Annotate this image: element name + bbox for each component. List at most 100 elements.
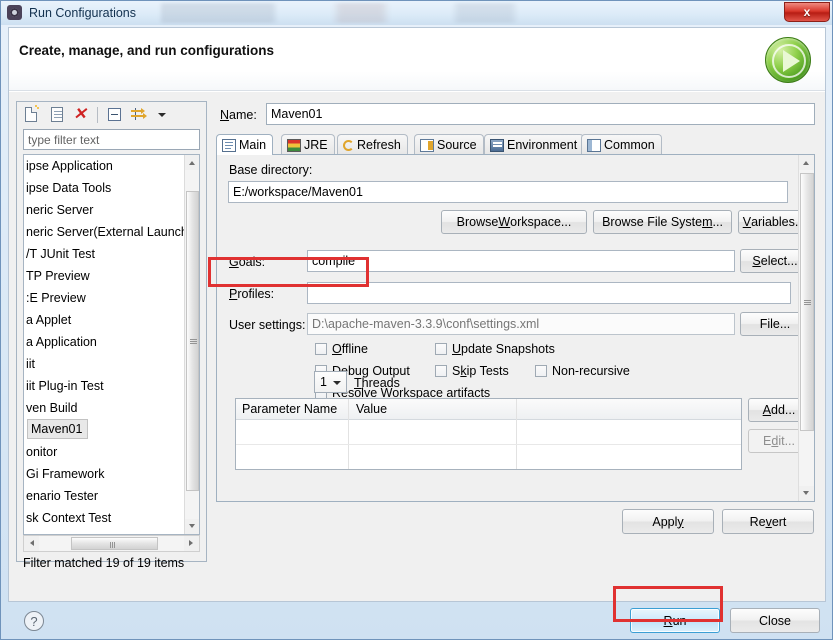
window-titlebar: Run Configurations x <box>1 1 832 25</box>
threads-label: Threads <box>354 376 400 390</box>
view-menu-chevron-down-icon[interactable] <box>152 104 174 126</box>
name-label: Name: <box>220 108 257 122</box>
scroll-up-arrow-icon[interactable] <box>185 155 199 170</box>
list-item[interactable]: neric Server(External Launch <box>24 221 186 243</box>
user-settings-input[interactable]: D:\apache-maven-3.3.9\conf\settings.xml <box>307 313 735 335</box>
tab-environment[interactable]: Environment <box>484 134 585 155</box>
pane-vertical-scrollbar[interactable] <box>798 155 814 501</box>
configuration-tabs: Main JRE Refresh Source Environment Comm… <box>216 134 815 155</box>
list-item[interactable]: enario Tester <box>24 485 186 507</box>
list-item[interactable]: ipse Data Tools <box>24 177 186 199</box>
scroll-right-arrow-icon[interactable] <box>184 536 199 551</box>
checkbox-label: Skip Tests <box>452 364 509 378</box>
delete-launch-configuration-icon[interactable]: ✕ <box>69 104 91 126</box>
list-item[interactable]: iit <box>24 353 186 375</box>
list-item[interactable]: neric Server <box>24 199 186 221</box>
variables-button[interactable]: Variables... <box>738 210 799 234</box>
list-item-label: TP Preview <box>26 269 90 283</box>
list-item-label: Gi Framework <box>26 467 105 481</box>
list-item-label: enario Tester <box>26 489 99 503</box>
threads-dropdown[interactable]: 1 <box>314 371 347 393</box>
checkbox-offline[interactable]: Offline <box>315 342 368 356</box>
base-directory-input[interactable]: E:/workspace/Maven01 <box>228 181 788 203</box>
column-separator <box>348 399 349 469</box>
list-item[interactable]: iit Plug-in Test <box>24 375 186 397</box>
profiles-input[interactable] <box>307 282 791 304</box>
checkbox-label: Update Snapshots <box>452 342 555 356</box>
list-item[interactable]: :E Preview <box>24 287 186 309</box>
checkbox-non-recursive[interactable]: Non-recursive <box>535 364 630 378</box>
tab-main[interactable]: Main <box>216 134 274 155</box>
list-item[interactable]: /T JUnit Test <box>24 243 186 265</box>
tab-label: Environment <box>507 138 578 152</box>
scroll-down-arrow-icon[interactable] <box>799 486 814 501</box>
pane-vertical-scrollbar-thumb[interactable] <box>800 173 814 431</box>
list-item[interactable]: Gi Framework <box>24 463 186 485</box>
threads-value: 1 <box>320 375 327 389</box>
list-item-label: ven Build <box>26 401 78 415</box>
filter-launch-configurations-icon[interactable] <box>128 104 150 126</box>
checkbox-skip-tests[interactable]: Skip Tests <box>435 364 509 378</box>
main-tab-content: Base directory: E:/workspace/Maven01 Bro… <box>217 155 799 501</box>
configuration-editor-panel: Name: Maven01 Main JRE Refresh Source En… <box>213 101 818 562</box>
list-item[interactable]: TP Preview <box>24 265 186 287</box>
scroll-left-arrow-icon[interactable] <box>24 536 39 551</box>
list-item-label: Maven01 <box>27 419 89 439</box>
base-directory-label: Base directory: <box>229 163 313 177</box>
goals-select-button[interactable]: Select... <box>740 249 799 273</box>
collapse-all-icon[interactable] <box>104 104 126 126</box>
main-tab-pane: Base directory: E:/workspace/Maven01 Bro… <box>216 154 815 502</box>
apply-button[interactable]: Appl y <box>622 509 714 534</box>
close-window-button[interactable]: x <box>784 2 830 22</box>
gear-icon <box>7 5 23 21</box>
apply-revert-row: Appl y Re v ert <box>213 509 818 537</box>
list-item-label: iit Plug-in Test <box>26 379 104 393</box>
column-separator <box>516 399 517 469</box>
checkbox-update-snapshots[interactable]: Update Snapshots <box>435 342 555 356</box>
column-header-parameter-name: Parameter Name <box>242 402 338 416</box>
revert-button[interactable]: Re v ert <box>722 509 814 534</box>
tab-label: Source <box>437 138 477 152</box>
dialog-body: ✕ type filter text ipse Application ipse… <box>9 92 825 601</box>
list-item[interactable]: sk Context Test <box>24 507 186 529</box>
duplicate-launch-configuration-icon[interactable] <box>45 104 67 126</box>
browse-file-system-button[interactable]: Browse File Syste m... <box>593 210 732 234</box>
tab-refresh[interactable]: Refresh <box>337 134 408 155</box>
close-dialog-button[interactable]: Close <box>730 608 820 633</box>
run-button[interactable]: Run <box>630 608 720 633</box>
list-vertical-scrollbar[interactable] <box>184 155 199 534</box>
list-horizontal-scrollbar[interactable] <box>23 535 200 552</box>
list-horizontal-scrollbar-thumb[interactable] <box>71 537 158 550</box>
tab-common[interactable]: Common <box>581 134 662 155</box>
parameters-table[interactable]: Parameter Name Value <box>235 398 742 470</box>
list-item[interactable]: ipse Application <box>24 155 186 177</box>
run-configurations-window: Run Configurations x Create, manage, and… <box>0 0 833 640</box>
launch-configurations-panel: ✕ type filter text ipse Application ipse… <box>16 101 207 570</box>
add-parameter-button[interactable]: Add... <box>748 398 799 422</box>
launch-configurations-list[interactable]: ipse Application ipse Data Tools neric S… <box>23 154 200 535</box>
goals-input[interactable]: compile <box>307 250 735 272</box>
scroll-down-arrow-icon[interactable] <box>185 519 199 534</box>
main-tab-icon <box>222 138 236 152</box>
tab-source[interactable]: Source <box>414 134 484 155</box>
list-vertical-scrollbar-thumb[interactable] <box>186 191 199 491</box>
list-item-label: onitor <box>26 445 58 459</box>
list-item-label: sk Context Test <box>26 511 112 525</box>
filter-input[interactable]: type filter text <box>23 129 200 150</box>
list-item[interactable]: a Application <box>24 331 186 353</box>
list-item-label: ipse Data Tools <box>26 181 112 195</box>
list-item-selected[interactable]: Maven01 <box>24 419 186 441</box>
list-item[interactable]: onitor <box>24 441 186 463</box>
name-input[interactable]: Maven01 <box>266 103 815 125</box>
user-settings-label: User settings: <box>229 318 306 332</box>
scroll-up-arrow-icon[interactable] <box>799 155 814 170</box>
browse-workspace-button[interactable]: Browse Workspace... <box>441 210 587 234</box>
list-item[interactable]: ven Build <box>24 397 186 419</box>
help-icon[interactable]: ? <box>24 611 44 631</box>
user-settings-file-button[interactable]: File... <box>740 312 799 336</box>
environment-tab-icon <box>490 138 504 152</box>
new-launch-configuration-icon[interactable] <box>21 104 43 126</box>
list-item[interactable]: a Applet <box>24 309 186 331</box>
jre-tab-icon <box>287 138 301 152</box>
tab-jre[interactable]: JRE <box>281 134 335 155</box>
